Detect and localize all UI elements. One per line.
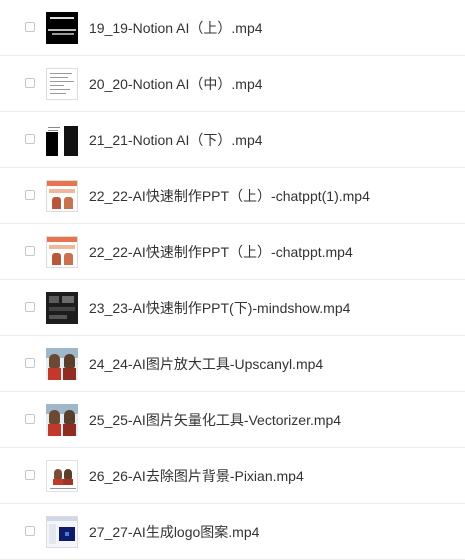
file-row[interactable]: 27_27-AI生成logo图案.mp4 <box>0 504 465 560</box>
file-name[interactable]: 22_22-AI快速制作PPT（上）-chatppt(1).mp4 <box>89 187 370 205</box>
video-thumbnail[interactable] <box>46 180 78 212</box>
video-thumbnail[interactable] <box>46 348 78 380</box>
file-row[interactable]: 25_25-AI图片矢量化工具-Vectorizer.mp4 <box>0 392 465 448</box>
file-name[interactable]: 22_22-AI快速制作PPT（上）-chatppt.mp4 <box>89 243 353 261</box>
video-thumbnail[interactable] <box>46 12 78 44</box>
select-checkbox[interactable] <box>25 246 35 256</box>
file-name[interactable]: 25_25-AI图片矢量化工具-Vectorizer.mp4 <box>89 411 341 429</box>
file-name[interactable]: 20_20-Notion AI（中）.mp4 <box>89 75 263 93</box>
video-thumbnail[interactable] <box>46 292 78 324</box>
file-name[interactable]: 27_27-AI生成logo图案.mp4 <box>89 523 259 541</box>
select-checkbox[interactable] <box>25 78 35 88</box>
video-thumbnail[interactable] <box>46 460 78 492</box>
file-name[interactable]: 23_23-AI快速制作PPT(下)-mindshow.mp4 <box>89 299 350 317</box>
select-checkbox[interactable] <box>25 526 35 536</box>
file-row[interactable]: 19_19-Notion AI（上）.mp4 <box>0 0 465 56</box>
select-checkbox[interactable] <box>25 22 35 32</box>
file-name[interactable]: 24_24-AI图片放大工具-Upscanyl.mp4 <box>89 355 323 373</box>
file-row[interactable]: 23_23-AI快速制作PPT(下)-mindshow.mp4 <box>0 280 465 336</box>
select-checkbox[interactable] <box>25 358 35 368</box>
video-thumbnail[interactable] <box>46 68 78 100</box>
file-row[interactable]: 20_20-Notion AI（中）.mp4 <box>0 56 465 112</box>
select-checkbox[interactable] <box>25 302 35 312</box>
file-list: 19_19-Notion AI（上）.mp4 20_20-Notion AI（中… <box>0 0 465 560</box>
file-name[interactable]: 19_19-Notion AI（上）.mp4 <box>89 19 263 37</box>
video-thumbnail[interactable] <box>46 236 78 268</box>
file-row[interactable]: 26_26-AI去除图片背景-Pixian.mp4 <box>0 448 465 504</box>
video-thumbnail[interactable] <box>46 404 78 436</box>
file-row[interactable]: 22_22-AI快速制作PPT（上）-chatppt(1).mp4 <box>0 168 465 224</box>
select-checkbox[interactable] <box>25 470 35 480</box>
file-name[interactable]: 21_21-Notion AI（下）.mp4 <box>89 131 263 149</box>
file-name[interactable]: 26_26-AI去除图片背景-Pixian.mp4 <box>89 467 304 485</box>
file-row[interactable]: 24_24-AI图片放大工具-Upscanyl.mp4 <box>0 336 465 392</box>
video-thumbnail[interactable] <box>46 516 78 548</box>
file-row[interactable]: 21_21-Notion AI（下）.mp4 <box>0 112 465 168</box>
select-checkbox[interactable] <box>25 134 35 144</box>
select-checkbox[interactable] <box>25 190 35 200</box>
select-checkbox[interactable] <box>25 414 35 424</box>
video-thumbnail[interactable] <box>46 124 78 156</box>
file-row[interactable]: 22_22-AI快速制作PPT（上）-chatppt.mp4 <box>0 224 465 280</box>
